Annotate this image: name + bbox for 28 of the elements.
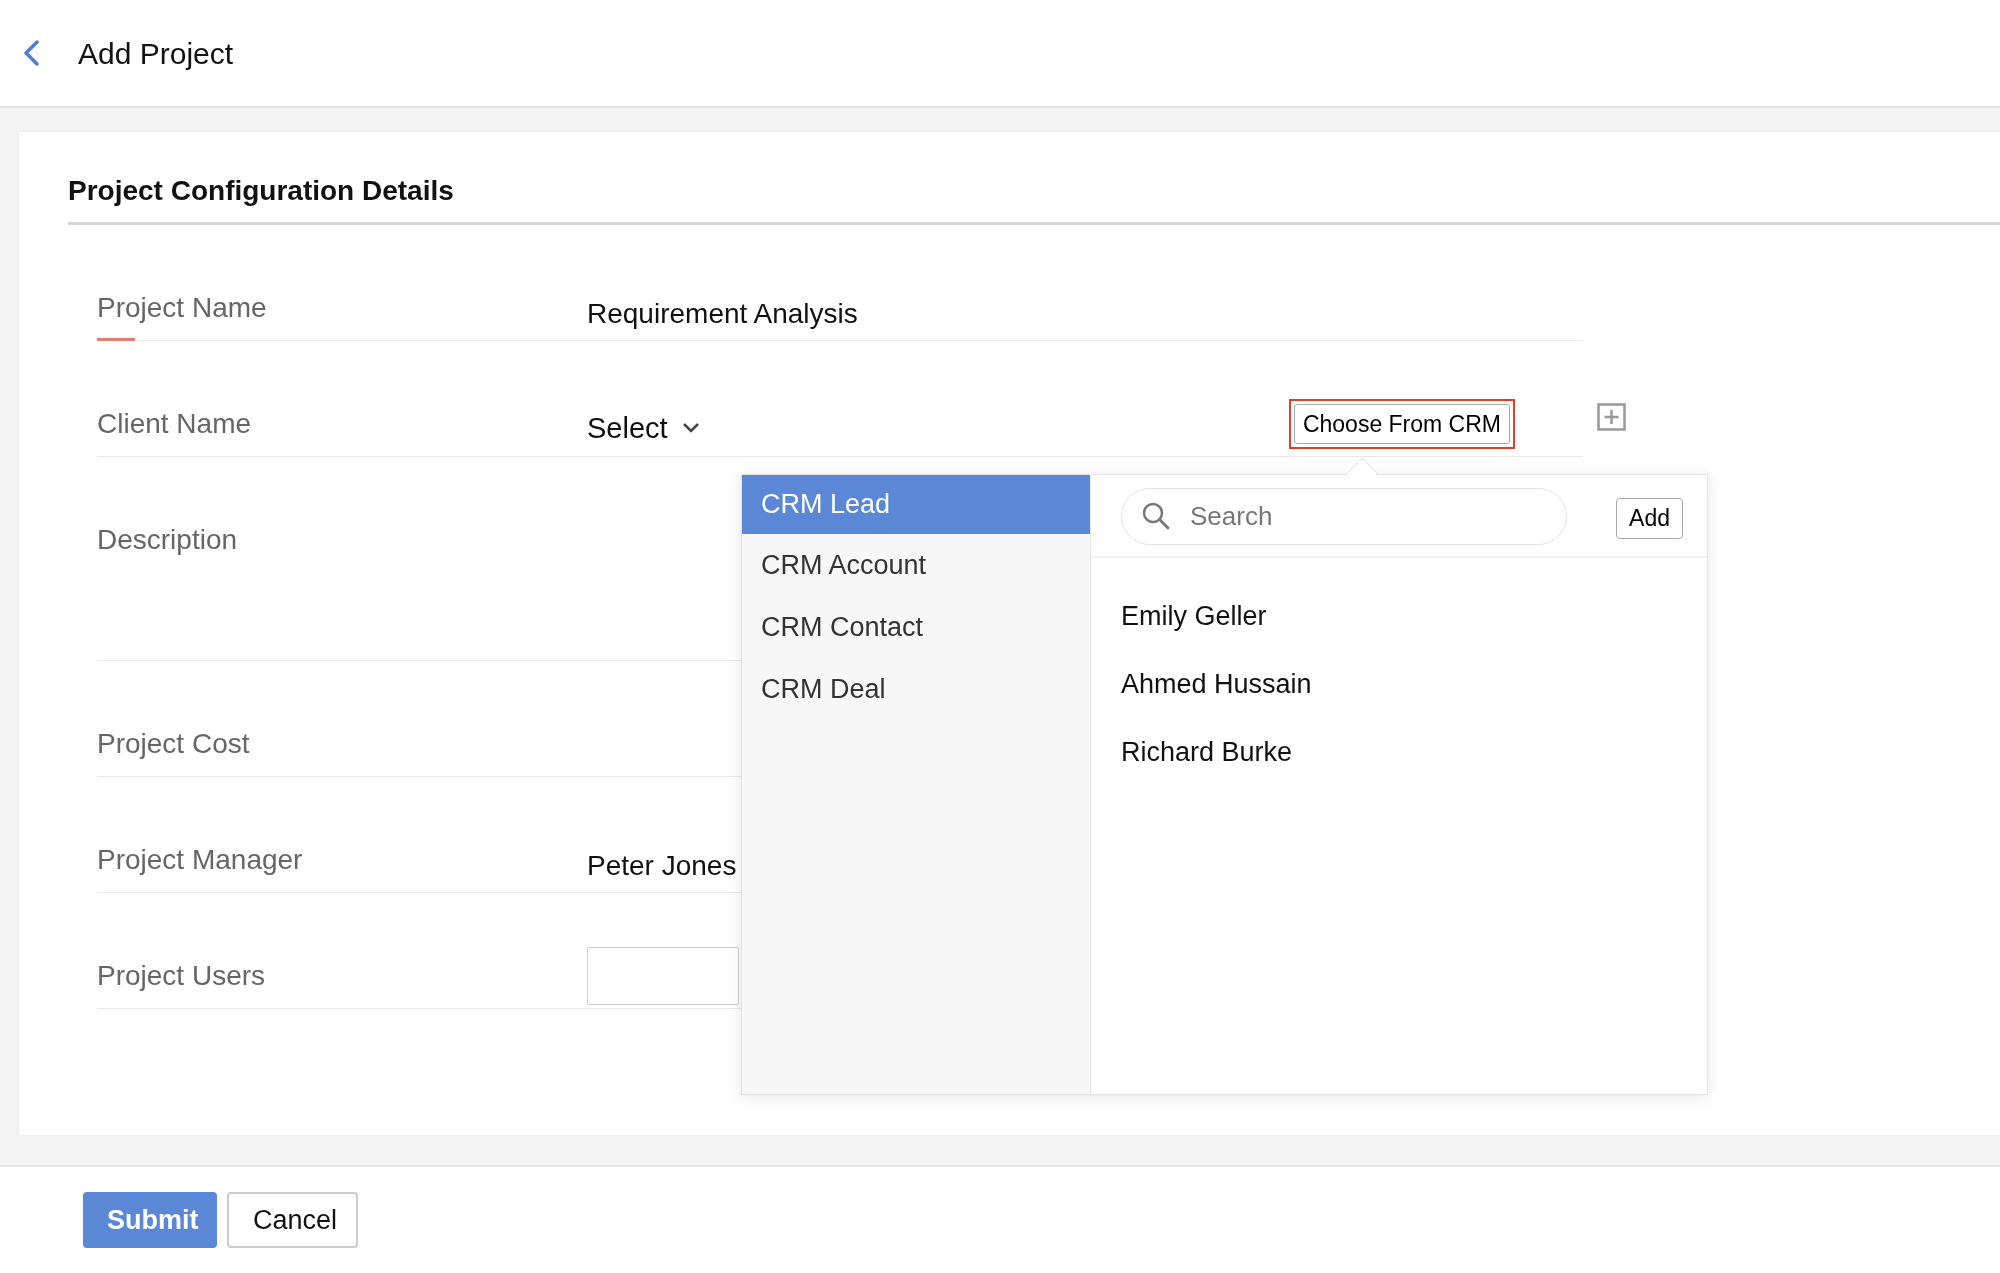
field-label: Project Users xyxy=(97,959,266,991)
field-label: Client Name xyxy=(97,407,252,439)
section-title: Project Configuration Details xyxy=(68,132,2000,225)
result-item[interactable]: Ahmed Hussain xyxy=(1091,650,1707,718)
choose-from-crm-button[interactable]: Choose From CRM xyxy=(1288,398,1515,450)
field-label: Description xyxy=(97,523,238,555)
cancel-button[interactable]: Cancel xyxy=(227,1192,358,1248)
field-label: Project Name xyxy=(97,291,267,323)
chevron-icon xyxy=(681,422,700,435)
category-item[interactable]: CRM Lead xyxy=(742,475,1090,534)
field-label: Project Manager xyxy=(97,843,303,875)
result-item[interactable]: Richard Burke xyxy=(1091,718,1707,786)
page-title: Add Project xyxy=(78,35,234,72)
result-item[interactable]: Emily Geller xyxy=(1091,582,1707,650)
category-item[interactable]: CRM Contact xyxy=(742,596,1090,658)
add-icon[interactable] xyxy=(1597,402,1627,431)
category-item[interactable]: CRM Account xyxy=(742,534,1090,596)
search-field[interactable]: Search xyxy=(1121,488,1567,545)
select-dropdown[interactable]: Select xyxy=(587,406,700,451)
input-field[interactable] xyxy=(587,946,739,1005)
back-icon[interactable] xyxy=(22,39,40,67)
add-button[interactable]: Add xyxy=(1616,498,1683,539)
submit-button[interactable]: Submit xyxy=(83,1192,217,1248)
search-icon xyxy=(1141,501,1171,531)
category-item[interactable]: CRM Deal xyxy=(742,658,1090,720)
field-label: Project Cost xyxy=(97,727,250,759)
field-value: Peter Jones xyxy=(587,848,737,883)
field-value: Requirement Analysis xyxy=(587,296,858,331)
